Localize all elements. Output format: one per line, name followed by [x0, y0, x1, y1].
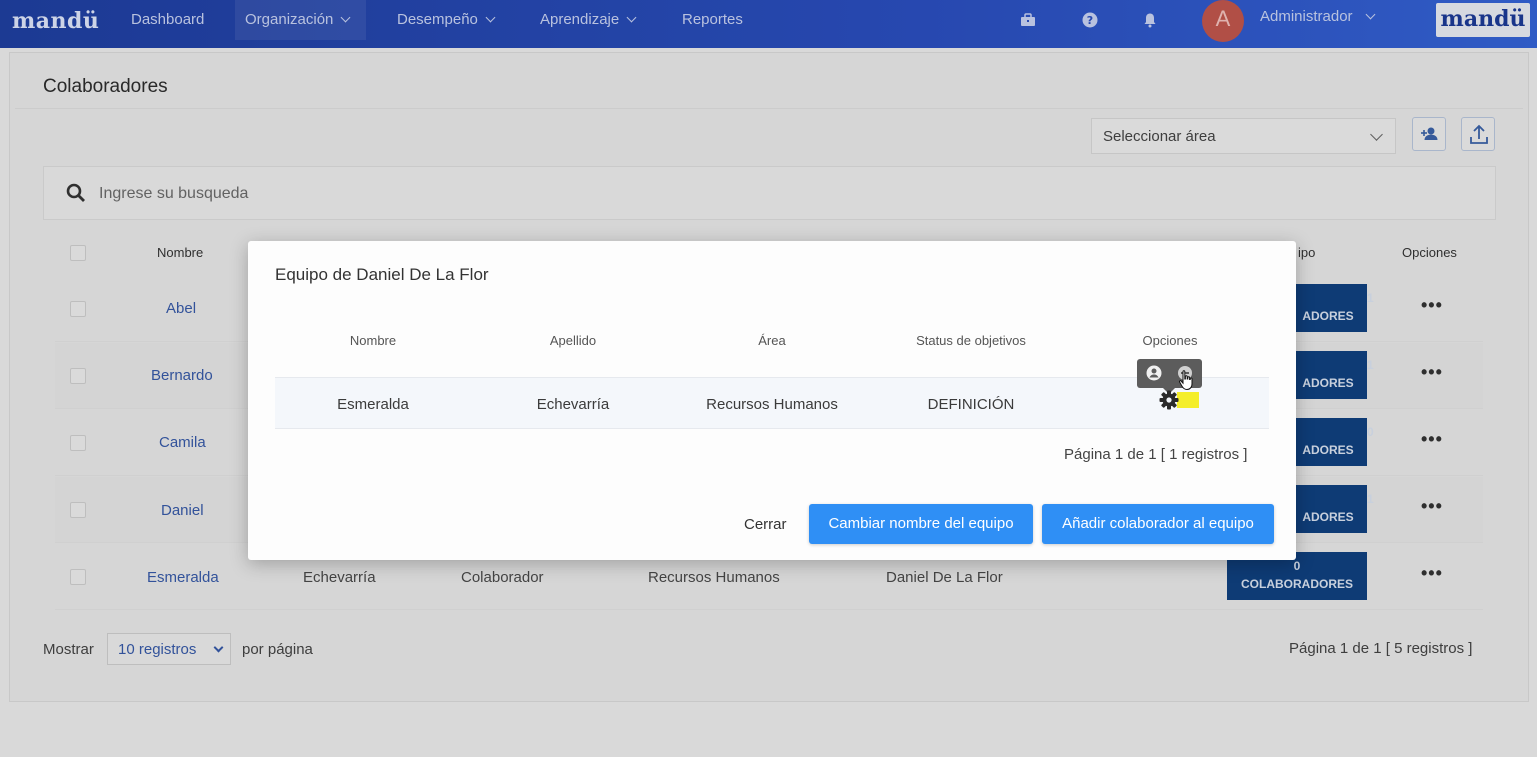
- gear-icon[interactable]: [1159, 390, 1179, 410]
- member-area: Recursos Humanos: [706, 396, 838, 413]
- rename-team-button[interactable]: Cambiar nombre del equipo: [809, 504, 1033, 544]
- add-member-button[interactable]: Añadir colaborador al equipo: [1042, 504, 1274, 544]
- hand-cursor-icon: [1178, 370, 1193, 391]
- modal-header-nombre: Nombre: [349, 333, 397, 348]
- modal-pagination: Página 1 de 1 [ 1 registros ]: [1064, 446, 1248, 463]
- member-status: DEFINICIÓN: [927, 396, 1015, 413]
- team-member-row: Esmeralda Echevarría Recursos Humanos DE…: [275, 377, 1269, 429]
- modal-header-area: Área: [758, 333, 786, 348]
- member-nombre: Esmeralda: [337, 396, 409, 413]
- view-profile-icon[interactable]: [1146, 365, 1162, 381]
- member-apellido: Echevarría: [536, 396, 610, 413]
- modal-header-opciones: Opciones: [1142, 333, 1198, 348]
- close-button[interactable]: Cerrar: [744, 516, 787, 533]
- modal-title: Equipo de Daniel De La Flor: [275, 265, 489, 284]
- modal-header-status: Status de objetivos: [916, 333, 1026, 348]
- cursor-highlight: [1177, 392, 1199, 408]
- team-modal: Equipo de Daniel De La Flor Nombre Apell…: [248, 241, 1296, 560]
- modal-header-apellido: Apellido: [549, 333, 597, 348]
